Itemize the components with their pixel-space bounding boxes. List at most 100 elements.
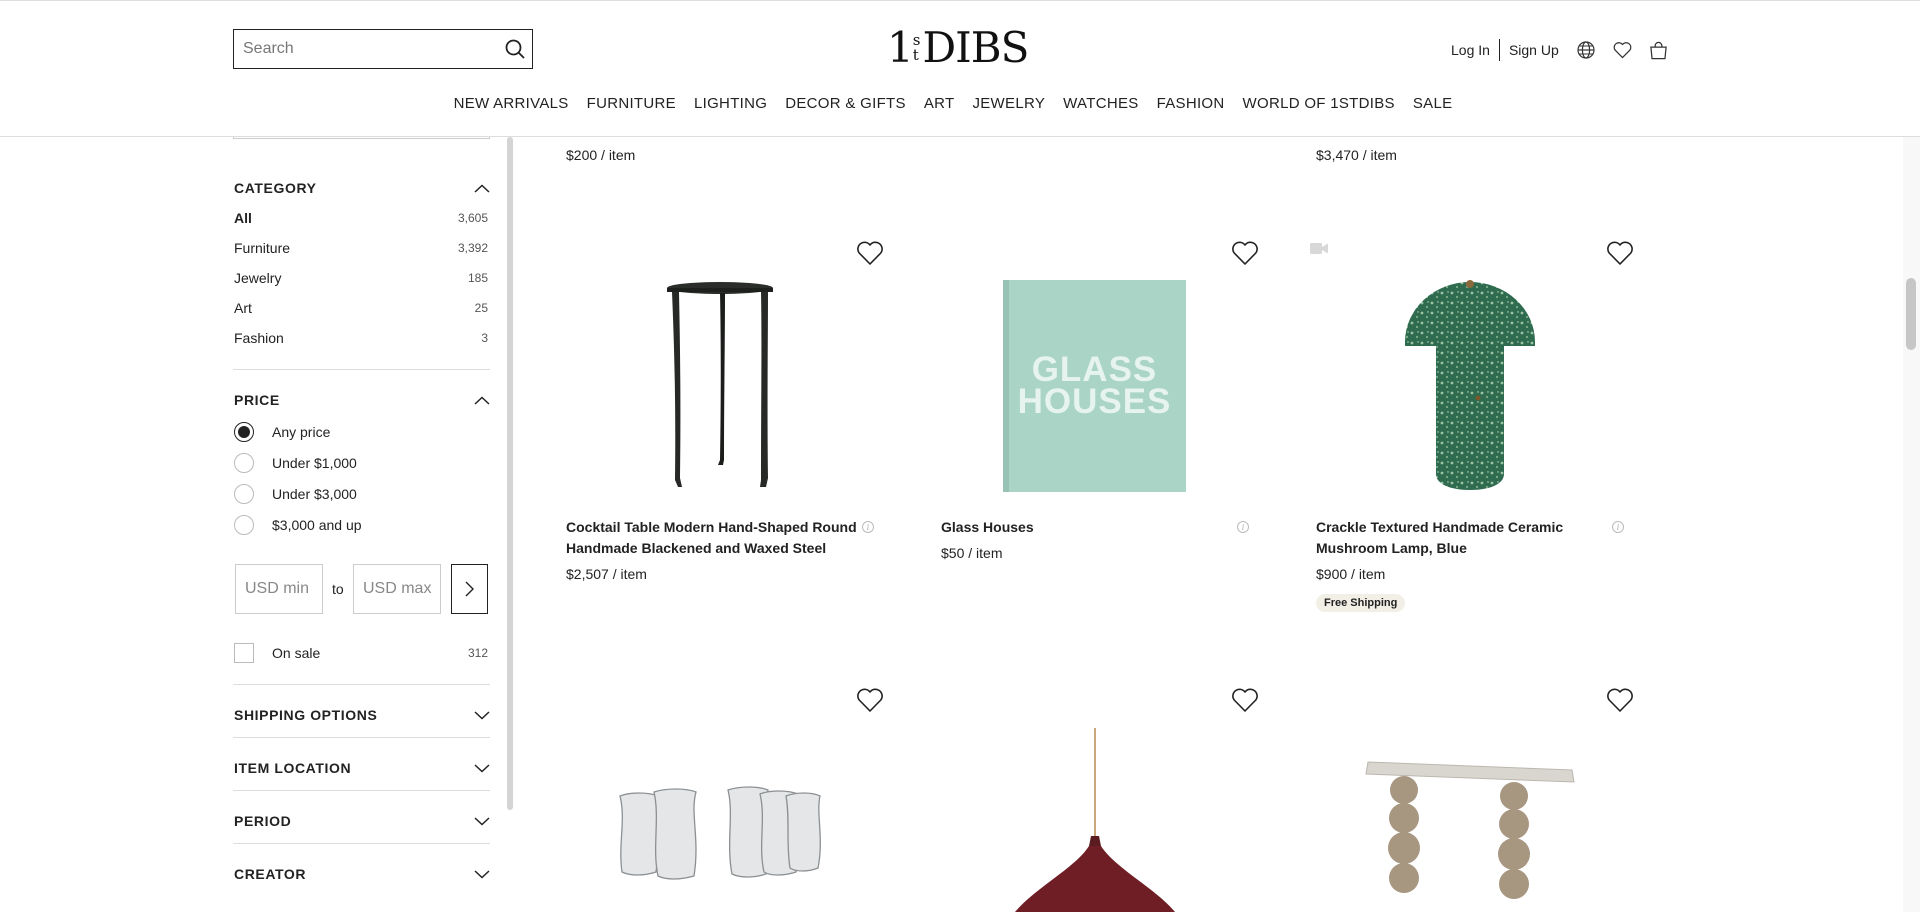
filter-sidebar: CATEGORY All 3,605 Furniture 3,392 Jewel… xyxy=(233,137,490,912)
chevron-down-icon xyxy=(474,763,490,773)
category-label: All xyxy=(234,210,252,226)
chevron-right-icon xyxy=(465,581,474,597)
nav-lighting[interactable]: LIGHTING xyxy=(694,95,767,112)
divider xyxy=(233,684,490,685)
product-image-book-cover[interactable]: GLASS HOUSES xyxy=(1003,280,1186,492)
search-input[interactable] xyxy=(234,30,498,68)
product-title-line: Handmade Blackened and Waxed Steel xyxy=(566,540,827,556)
site-logo[interactable]: 1 s t DIBS xyxy=(887,23,1029,72)
sidebar-scrollbar[interactable] xyxy=(507,137,513,810)
price-title: PRICE xyxy=(234,392,280,408)
favorites-heart-icon[interactable] xyxy=(1613,41,1632,60)
divider xyxy=(233,737,490,738)
price-option-under-3000[interactable]: Under $3,000 xyxy=(234,484,357,504)
logo-one: 1 xyxy=(887,23,914,72)
category-label: Art xyxy=(234,300,252,316)
nav-fashion[interactable]: FASHION xyxy=(1157,95,1225,112)
category-title: CATEGORY xyxy=(234,180,317,196)
nav-furniture[interactable]: FURNITURE xyxy=(587,95,676,112)
radio xyxy=(234,453,254,473)
shopping-bag-icon[interactable] xyxy=(1649,41,1668,60)
divider xyxy=(233,843,490,844)
chevron-up-icon xyxy=(474,395,490,405)
radio-selected xyxy=(234,422,254,442)
heart-icon[interactable] xyxy=(1231,687,1259,713)
category-item-fashion[interactable]: Fashion 3 xyxy=(234,330,488,346)
category-item-furniture[interactable]: Furniture 3,392 xyxy=(234,240,488,256)
product-price: $900 / item xyxy=(1316,566,1386,582)
creator-header[interactable]: CREATOR xyxy=(234,866,490,882)
checkbox[interactable] xyxy=(234,643,254,663)
heart-icon[interactable] xyxy=(1606,687,1634,713)
nav-world-of-1stdibs[interactable]: WORLD OF 1STDIBS xyxy=(1243,95,1395,112)
info-icon[interactable]: i xyxy=(1237,521,1249,533)
product-title-line: Cocktail Table Modern Hand-Shaped Round xyxy=(566,519,857,535)
product-title-line: Mushroom Lamp, Blue xyxy=(1316,540,1467,556)
nav-jewelry[interactable]: JEWELRY xyxy=(972,95,1045,112)
section-title: SHIPPING OPTIONS xyxy=(234,707,378,723)
price-max-input[interactable] xyxy=(353,564,441,614)
nav-new-arrivals[interactable]: NEW ARRIVALS xyxy=(454,95,569,112)
shipping-options-header[interactable]: SHIPPING OPTIONS xyxy=(234,707,490,723)
price-option-any[interactable]: Any price xyxy=(234,422,330,442)
divider xyxy=(1498,39,1500,61)
price-option-label: Under $1,000 xyxy=(272,455,357,471)
category-label: Jewelry xyxy=(234,270,282,286)
category-header[interactable]: CATEGORY xyxy=(234,180,490,196)
logo-st: s t xyxy=(913,33,921,63)
page-scrollbar-thumb[interactable] xyxy=(1906,278,1916,350)
nav-art[interactable]: ART xyxy=(924,95,955,112)
product-price: $200 / item xyxy=(566,147,636,163)
product-title[interactable]: Crackle Textured Handmade Ceramic Mushro… xyxy=(1316,517,1616,559)
category-item-all[interactable]: All 3,605 xyxy=(234,210,488,226)
category-count: 25 xyxy=(474,301,488,315)
divider xyxy=(233,790,490,791)
globe-icon[interactable] xyxy=(1577,41,1596,60)
product-title[interactable]: Glass Houses xyxy=(941,517,1241,538)
chevron-down-icon xyxy=(474,816,490,826)
search-icon[interactable] xyxy=(498,30,532,68)
divider xyxy=(233,369,490,370)
nav-sale[interactable]: SALE xyxy=(1413,95,1453,112)
info-icon[interactable]: i xyxy=(862,521,874,533)
heart-icon[interactable] xyxy=(1606,240,1634,266)
price-min-input[interactable] xyxy=(235,564,323,614)
price-apply-button[interactable] xyxy=(451,564,488,614)
section-title: ITEM LOCATION xyxy=(234,760,352,776)
product-image-pendant-lamp[interactable] xyxy=(1015,728,1175,912)
item-location-header[interactable]: ITEM LOCATION xyxy=(234,760,490,776)
period-header[interactable]: PERIOD xyxy=(234,813,490,829)
price-option-label: Under $3,000 xyxy=(272,486,357,502)
nav-decor-gifts[interactable]: DECOR & GIFTS xyxy=(785,95,906,112)
product-image-steel-table[interactable] xyxy=(660,280,780,492)
info-icon[interactable]: i xyxy=(1612,521,1624,533)
product-title[interactable]: Cocktail Table Modern Hand-Shaped Round … xyxy=(566,517,866,559)
category-count: 3 xyxy=(481,331,488,345)
chevron-up-icon xyxy=(474,183,490,193)
logo-t: t xyxy=(912,46,919,64)
product-image-glass-tumblers[interactable] xyxy=(618,784,824,880)
header-icons xyxy=(1577,41,1668,60)
product-image-ceramic-lamp[interactable] xyxy=(1400,280,1540,492)
on-sale-label: On sale xyxy=(272,645,321,661)
product-image-stone-console[interactable] xyxy=(1364,760,1576,910)
on-sale-filter[interactable]: On sale 312 xyxy=(234,643,488,663)
section-title: CREATOR xyxy=(234,866,307,882)
price-option-3000-up[interactable]: $3,000 and up xyxy=(234,515,362,535)
login-link[interactable]: Log In xyxy=(1451,42,1490,58)
on-sale-count: 312 xyxy=(467,646,488,660)
price-option-under-1000[interactable]: Under $1,000 xyxy=(234,453,357,473)
product-price: $50 / item xyxy=(941,545,1003,561)
category-item-jewelry[interactable]: Jewelry 185 xyxy=(234,270,488,286)
heart-icon[interactable] xyxy=(856,240,884,266)
nav-watches[interactable]: WATCHES xyxy=(1063,95,1138,112)
heart-icon[interactable] xyxy=(1231,240,1259,266)
price-to-label: to xyxy=(332,581,344,597)
price-option-label: Any price xyxy=(272,424,331,440)
category-item-art[interactable]: Art 25 xyxy=(234,300,488,316)
heart-icon[interactable] xyxy=(856,687,884,713)
price-header[interactable]: PRICE xyxy=(234,392,490,408)
signup-link[interactable]: Sign Up xyxy=(1509,42,1559,58)
chevron-down-icon xyxy=(474,710,490,720)
product-title-line: Crackle Textured Handmade Ceramic xyxy=(1316,519,1564,535)
